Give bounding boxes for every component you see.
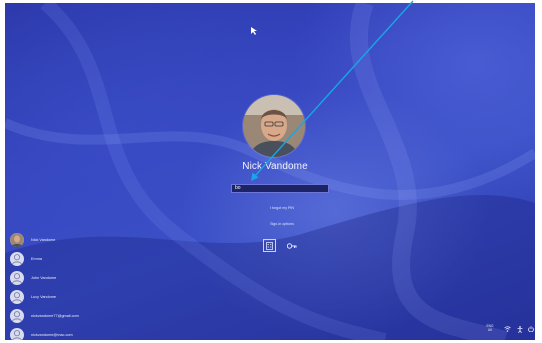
user-row-mac[interactable]: nickvandome@mac.com — [10, 328, 73, 340]
user-row-emma[interactable]: Emma — [10, 252, 42, 266]
user-avatar — [243, 95, 305, 157]
user-label: Lucy Vandome — [31, 295, 57, 299]
lock-screen: Nick Vandome bo I forgot my PIN Sign-in … — [5, 3, 535, 340]
power-icon — [527, 326, 534, 332]
pin-option-button[interactable] — [263, 239, 276, 252]
user-silhouette-icon — [10, 290, 24, 304]
user-silhouette-icon — [10, 328, 24, 340]
power-button[interactable] — [526, 323, 535, 335]
user-row-nick[interactable]: Nick Vandome — [10, 233, 55, 247]
user-silhouette-icon — [10, 252, 24, 266]
user-label: John Vandome — [31, 276, 57, 280]
user-silhouette-icon — [10, 271, 24, 285]
user-label: Emma — [31, 257, 42, 261]
pin-keypad-icon — [266, 241, 273, 250]
user-row-lucy[interactable]: Lucy Vandome — [10, 290, 56, 304]
user-label: Nick Vandome — [31, 238, 56, 242]
ease-of-access-button[interactable] — [515, 323, 525, 335]
language-indicator[interactable]: ENG UK — [485, 323, 495, 335]
user-silhouette-icon — [10, 309, 24, 323]
user-label: nickvandome@mac.com — [31, 333, 73, 337]
network-button[interactable] — [502, 323, 512, 335]
user-label: nickvandome77@gmail.com — [31, 314, 79, 318]
sign-in-options-link[interactable]: Sign-in options — [222, 222, 342, 226]
user-photo-avatar — [10, 233, 24, 247]
user-name: Nick Vandome — [242, 161, 308, 172]
password-input[interactable]: bo — [231, 184, 329, 193]
ease-of-access-icon — [517, 325, 523, 333]
user-row-gmail[interactable]: nickvandome77@gmail.com — [10, 309, 79, 323]
network-icon — [503, 326, 511, 332]
key-icon — [286, 242, 296, 249]
password-option-button[interactable] — [285, 239, 298, 252]
mouse-cursor — [251, 22, 257, 40]
forgot-pin-link[interactable]: I forgot my PIN — [222, 206, 342, 210]
user-row-john[interactable]: John Vandome — [10, 271, 56, 285]
